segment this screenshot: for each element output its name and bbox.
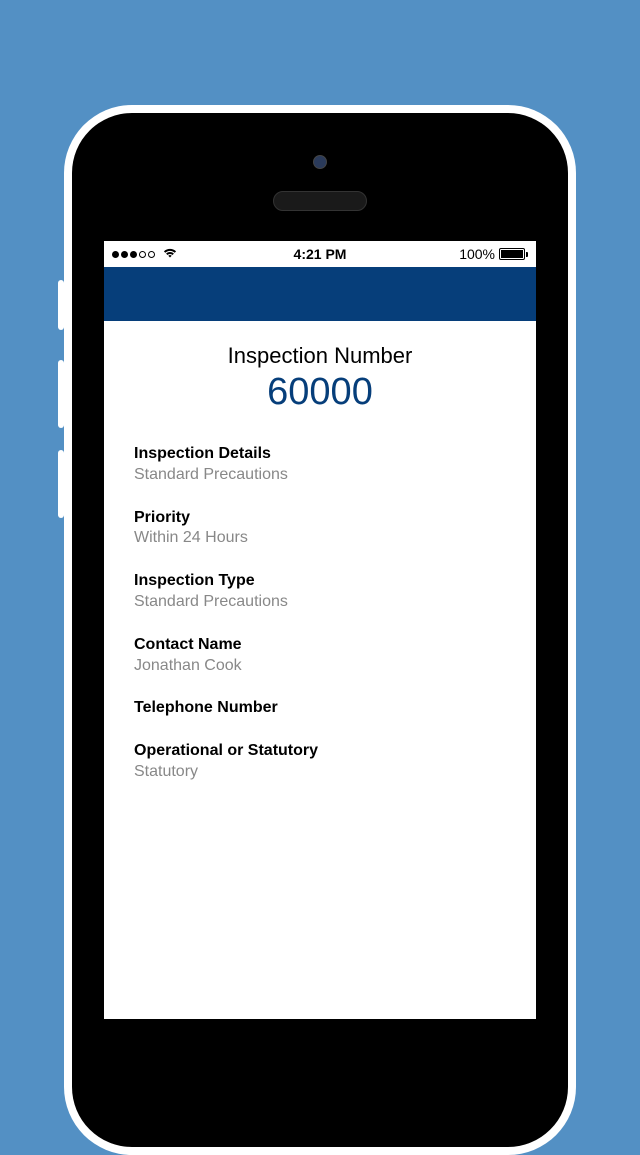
field-inspection-type: Inspection Type Standard Precautions: [134, 571, 506, 613]
field-label: Contact Name: [134, 635, 506, 656]
field-value: Standard Precautions: [134, 465, 506, 486]
camera-icon: [313, 155, 327, 169]
field-priority: Priority Within 24 Hours: [134, 508, 506, 550]
inspection-header: Inspection Number 60000: [134, 343, 506, 414]
status-left: [112, 246, 178, 262]
field-value: Within 24 Hours: [134, 528, 506, 549]
status-right: 100%: [459, 246, 528, 262]
content-area[interactable]: Inspection Number 60000 Inspection Detai…: [104, 321, 536, 783]
field-value: Jonathan Cook: [134, 656, 506, 677]
field-contact-name: Contact Name Jonathan Cook: [134, 635, 506, 677]
phone-device-frame: 4:21 PM 100% Inspection Number 60000: [64, 105, 576, 1155]
signal-strength-icon: [112, 251, 155, 258]
battery-icon: [499, 248, 528, 260]
phone-bezel: 4:21 PM 100% Inspection Number 60000: [72, 113, 568, 1147]
field-label: Priority: [134, 508, 506, 529]
battery-percent-label: 100%: [459, 246, 495, 262]
field-operational-or-statutory: Operational or Statutory Statutory: [134, 741, 506, 783]
status-time: 4:21 PM: [294, 246, 347, 262]
fields-list: Inspection Details Standard Precautions …: [134, 444, 506, 783]
volume-up-button: [58, 360, 64, 428]
navigation-bar: [104, 267, 536, 321]
wifi-icon: [162, 246, 178, 262]
field-value: Statutory: [134, 762, 506, 783]
field-label: Operational or Statutory: [134, 741, 506, 762]
inspection-number-value: 60000: [134, 371, 506, 414]
volume-down-button: [58, 450, 64, 518]
field-label: Inspection Type: [134, 571, 506, 592]
inspection-title-label: Inspection Number: [134, 343, 506, 369]
field-inspection-details: Inspection Details Standard Precautions: [134, 444, 506, 486]
field-telephone-number: Telephone Number: [134, 698, 506, 719]
field-label: Inspection Details: [134, 444, 506, 465]
mute-switch: [58, 280, 64, 330]
field-value: Standard Precautions: [134, 592, 506, 613]
field-label: Telephone Number: [134, 698, 506, 719]
speaker-grille: [273, 191, 367, 211]
app-screen: 4:21 PM 100% Inspection Number 60000: [104, 241, 536, 1019]
status-bar: 4:21 PM 100%: [104, 241, 536, 267]
